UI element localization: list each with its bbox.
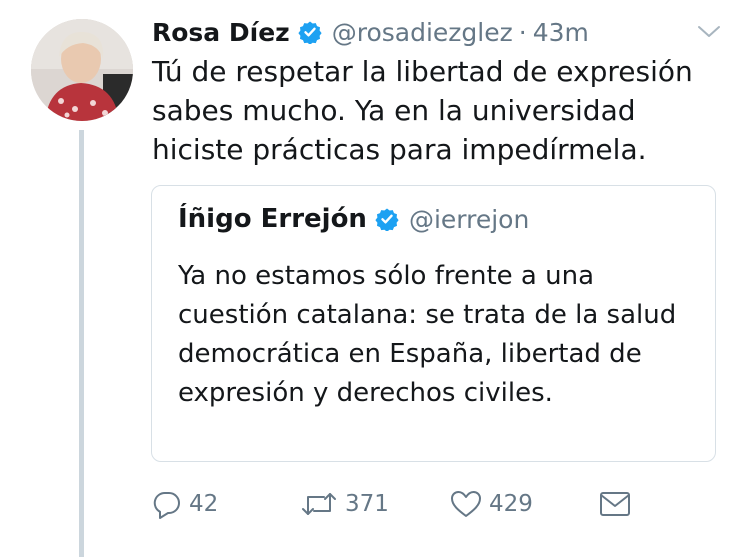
retweet-icon bbox=[302, 493, 336, 515]
heart-icon bbox=[451, 491, 481, 517]
retweet-button[interactable]: 371 bbox=[300, 484, 389, 524]
tweet-timestamp[interactable]: 43m bbox=[533, 18, 589, 47]
quoted-author-name: Íñigo Errejón bbox=[178, 204, 367, 234]
envelope-icon bbox=[600, 492, 630, 516]
author-name[interactable]: Rosa Díez bbox=[152, 18, 290, 47]
tweet-text: Tú de respetar la libertad de expresión … bbox=[152, 55, 693, 166]
quoted-tweet[interactable]: Íñigo Errejón @ierrejon Ya no estamos só… bbox=[151, 185, 716, 462]
reply-button[interactable]: 42 bbox=[152, 484, 218, 524]
reply-icon bbox=[153, 491, 180, 519]
like-count: 429 bbox=[489, 491, 533, 517]
thread-line bbox=[79, 130, 84, 557]
tweet-actions: 42 371 429 bbox=[152, 484, 712, 524]
author-handle[interactable]: @rosadiezglez bbox=[332, 18, 513, 47]
chevron-down-icon[interactable] bbox=[697, 22, 721, 42]
reply-count: 42 bbox=[189, 491, 219, 517]
verified-badge-icon bbox=[375, 207, 399, 232]
avatar[interactable] bbox=[31, 19, 133, 121]
quoted-tweet-text: Ya no estamos sólo frente a una cuestión… bbox=[178, 261, 677, 408]
quoted-author-handle: @ierrejon bbox=[408, 204, 530, 234]
direct-message-button[interactable] bbox=[599, 484, 638, 524]
like-button[interactable]: 429 bbox=[450, 484, 533, 524]
quoted-tweet-header: Íñigo Errejón @ierrejon bbox=[178, 204, 529, 234]
verified-badge-icon bbox=[298, 20, 322, 45]
retweet-count: 371 bbox=[345, 491, 389, 517]
separator-dot: · bbox=[518, 17, 527, 47]
tweet-header: Rosa Díez @rosadiezglez · 43m bbox=[152, 12, 589, 52]
